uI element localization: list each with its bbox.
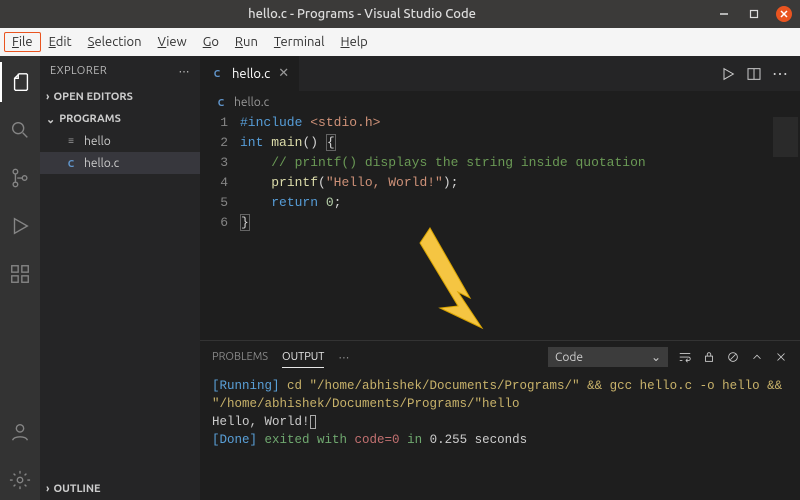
editor-more-icon[interactable]: ⋯: [772, 64, 788, 83]
bottom-panel: PROBLEMS OUTPUT ⋯ Code ⌄ [Running] cd "/…: [200, 340, 800, 500]
workspace-section[interactable]: ⌄ PROGRAMS: [40, 108, 200, 130]
menu-run[interactable]: Run: [227, 32, 266, 52]
chevron-up-icon[interactable]: [750, 350, 764, 364]
panel-close-icon[interactable]: [774, 350, 788, 364]
menu-selection[interactable]: Selection: [80, 32, 150, 52]
output-line: Hello, World!: [212, 413, 788, 431]
word-wrap-icon[interactable]: [678, 350, 692, 364]
c-file-icon: C: [214, 95, 228, 109]
menu-bar: File Edit Selection View Go Run Terminal…: [0, 28, 800, 56]
window-controls: [716, 6, 792, 22]
file-item-hello-c[interactable]: C hello.c: [40, 152, 200, 174]
tab-actions: ⋯: [720, 56, 800, 91]
menu-go[interactable]: Go: [195, 32, 227, 52]
search-icon[interactable]: [0, 110, 40, 150]
split-editor-icon[interactable]: [746, 66, 762, 82]
chevron-down-icon: ⌄: [651, 350, 661, 364]
minimize-button[interactable]: [716, 6, 732, 22]
menu-help[interactable]: Help: [333, 32, 376, 52]
minimap[interactable]: [770, 113, 800, 340]
tab-close-icon[interactable]: ✕: [278, 66, 289, 81]
maximize-button[interactable]: [746, 6, 762, 22]
menu-view[interactable]: View: [150, 32, 195, 52]
activity-bar: [0, 56, 40, 500]
chevron-right-icon: ›: [46, 483, 49, 495]
tab-bar: C hello.c ✕ ⋯: [200, 56, 800, 91]
chevron-right-icon: ›: [46, 91, 49, 103]
output-channel-select[interactable]: Code ⌄: [548, 347, 668, 367]
run-debug-icon[interactable]: [0, 206, 40, 246]
extensions-icon[interactable]: [0, 254, 40, 294]
breadcrumb[interactable]: C hello.c: [200, 91, 800, 113]
code-content[interactable]: #include <stdio.h>int main() { // printf…: [240, 113, 770, 340]
output-line: [Done] exited with code=0 in 0.255 secon…: [212, 431, 788, 449]
sidebar-header: EXPLORER ⋯: [40, 56, 200, 86]
window-title: hello.c - Programs - Visual Studio Code: [8, 7, 716, 21]
c-file-icon: C: [64, 156, 78, 170]
chevron-down-icon: ⌄: [46, 113, 55, 126]
settings-icon[interactable]: [0, 460, 40, 500]
c-file-icon: C: [210, 67, 224, 81]
clear-icon[interactable]: [726, 350, 740, 364]
outline-section[interactable]: › OUTLINE: [40, 478, 200, 500]
menu-terminal[interactable]: Terminal: [266, 32, 333, 52]
sidebar-title: EXPLORER: [50, 65, 107, 77]
output-body[interactable]: [Running] cd "/home/abhishek/Documents/P…: [200, 373, 800, 500]
explorer-sidebar: EXPLORER ⋯ › OPEN EDITORS ⌄ PROGRAMS ≡ h…: [40, 56, 200, 500]
title-bar: hello.c - Programs - Visual Studio Code: [0, 0, 800, 28]
panel-tab-output[interactable]: OUTPUT: [282, 347, 324, 368]
open-editors-section[interactable]: › OPEN EDITORS: [40, 86, 200, 108]
sidebar-more-icon[interactable]: ⋯: [179, 65, 191, 78]
accounts-icon[interactable]: [0, 412, 40, 452]
lock-icon[interactable]: [702, 350, 716, 364]
output-line: [Running] cd "/home/abhishek/Documents/P…: [212, 377, 788, 413]
close-button[interactable]: [776, 6, 792, 22]
run-icon[interactable]: [720, 66, 736, 82]
panel-more-icon[interactable]: ⋯: [338, 351, 349, 364]
binary-file-icon: ≡: [64, 134, 78, 148]
file-item-hello[interactable]: ≡ hello: [40, 130, 200, 152]
explorer-icon[interactable]: [0, 62, 40, 102]
source-control-icon[interactable]: [0, 158, 40, 198]
menu-edit[interactable]: Edit: [41, 32, 80, 52]
code-editor[interactable]: 123456 #include <stdio.h>int main() { //…: [200, 113, 800, 340]
panel-tab-problems[interactable]: PROBLEMS: [212, 347, 268, 367]
tab-hello-c[interactable]: C hello.c ✕: [200, 56, 300, 91]
panel-tabs: PROBLEMS OUTPUT ⋯ Code ⌄: [200, 341, 800, 373]
line-gutter: 123456: [200, 113, 240, 340]
menu-file[interactable]: File: [4, 32, 41, 52]
editor-area: C hello.c ✕ ⋯ C hello.c 123456 #include …: [200, 56, 800, 500]
